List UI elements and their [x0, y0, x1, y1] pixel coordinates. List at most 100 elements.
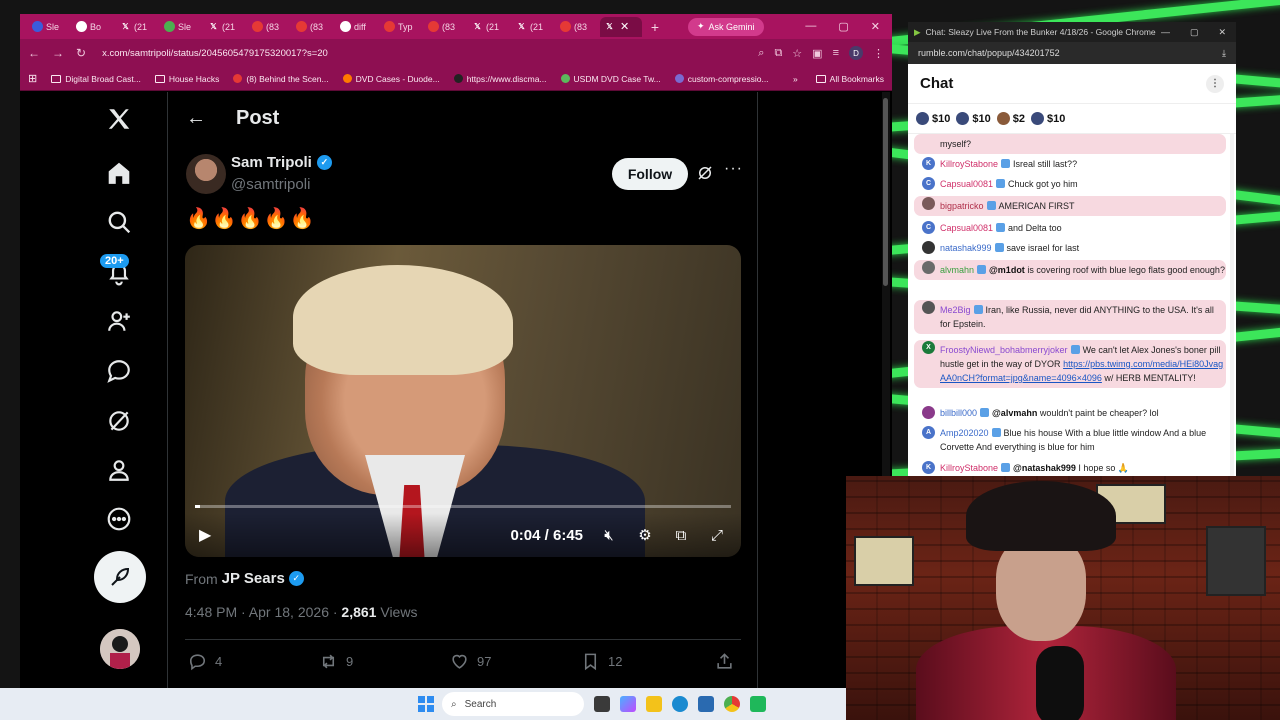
share-button[interactable]	[715, 652, 734, 671]
new-tab-icon[interactable]: +	[644, 19, 666, 35]
bookmark-item[interactable]: https://www.discma...	[453, 74, 547, 84]
settings-gear-icon[interactable]: ⚙	[635, 525, 655, 545]
chat-username[interactable]: KillroyStabone	[940, 463, 998, 473]
chat-scrollbar[interactable]	[1230, 134, 1234, 476]
chat-mention[interactable]: @m1dot	[989, 265, 1025, 275]
chat-user-avatar[interactable]	[922, 197, 935, 210]
compose-post-button[interactable]	[94, 551, 146, 603]
forward-icon[interactable]: →	[52, 46, 64, 60]
bookmark-item[interactable]: (8) Behind the Scen...	[233, 74, 329, 84]
copilot-icon[interactable]	[620, 696, 636, 712]
sidepanel-icon[interactable]: ▣	[812, 47, 822, 60]
chat-user-avatar[interactable]: K	[922, 461, 935, 474]
app-icon[interactable]	[750, 696, 766, 712]
menu-icon[interactable]: ⋮	[873, 47, 884, 60]
apps-icon[interactable]: ⊞	[28, 72, 37, 85]
chat-mention[interactable]: @alvmahn	[992, 408, 1037, 418]
more-options-icon[interactable]: ···	[724, 160, 743, 178]
chat-username[interactable]: Capsual0081	[940, 223, 993, 233]
fullscreen-icon[interactable]: ⤢	[707, 525, 727, 545]
grok-icon[interactable]	[106, 408, 132, 434]
chat-user-avatar[interactable]	[922, 301, 935, 314]
picture-in-picture-icon[interactable]: ⧉	[671, 525, 691, 545]
chat-mention[interactable]: @natashak999	[1013, 463, 1076, 473]
bookmark-item[interactable]: USDM DVD Case Tw...	[560, 74, 661, 84]
edge-icon[interactable]	[672, 696, 688, 712]
chat-username[interactable]: Capsual0081	[940, 179, 993, 189]
chat-user-avatar[interactable]	[922, 241, 935, 254]
chat-username[interactable]: FroostyNiewd_bohabmerryjoker	[940, 345, 1068, 355]
folder-icon[interactable]	[646, 696, 662, 712]
chat-user-avatar[interactable]: A	[922, 426, 935, 439]
play-icon[interactable]: ▶	[199, 525, 211, 545]
author-avatar[interactable]	[186, 154, 226, 194]
chat-address-bar[interactable]: rumble.com/chat/popup/434201752 ⤓	[908, 42, 1236, 64]
browser-tab[interactable]: (83	[424, 17, 466, 37]
chat-username[interactable]: bigpatricko	[940, 201, 984, 211]
all-bookmarks[interactable]: All Bookmarks	[815, 74, 884, 84]
browser-tab[interactable]: Sle	[28, 17, 70, 37]
author-name-group[interactable]: Sam Tripoli ✓	[231, 154, 332, 171]
chat-user-avatar[interactable]: C	[922, 177, 935, 190]
chrome-icon[interactable]	[724, 696, 740, 712]
home-icon[interactable]	[106, 160, 132, 186]
chat-username[interactable]: Me2Big	[940, 305, 971, 315]
post-timestamp[interactable]: 4:48 PM · Apr 18, 2026 ·	[185, 604, 341, 620]
from-name[interactable]: JP Sears	[222, 570, 285, 587]
browser-tab[interactable]: 𝕏 (21	[512, 17, 554, 37]
bookmark-item[interactable]: Digital Broad Cast...	[51, 74, 141, 84]
chat-user-avatar[interactable]	[922, 261, 935, 274]
browser-tab[interactable]: 𝕏 (21	[116, 17, 158, 37]
bookmark-star-icon[interactable]: ☆	[792, 47, 802, 60]
rant-badge[interactable]: $10	[956, 112, 991, 125]
rant-badge[interactable]: $2	[996, 112, 1025, 125]
bookmark-item[interactable]: custom-compressio...	[674, 74, 769, 84]
rant-badge[interactable]: $10	[1030, 112, 1065, 125]
install-icon[interactable]: ⧉	[774, 47, 782, 60]
reply-button[interactable]: 4	[188, 652, 319, 671]
follow-button[interactable]: Follow	[612, 158, 688, 190]
browser-tab[interactable]: 𝕏 (21	[468, 17, 510, 37]
follow-people-icon[interactable]	[106, 308, 132, 334]
maximize-icon[interactable]: ▢	[838, 20, 848, 33]
chat-user-avatar[interactable]: K	[922, 157, 935, 170]
browser-tab[interactable]: (83	[556, 17, 598, 37]
messages-icon[interactable]	[106, 358, 132, 384]
browser-tab[interactable]: Typ	[380, 17, 422, 37]
media-icon[interactable]: ≡	[833, 47, 839, 59]
close-tab-icon[interactable]: ✕	[620, 20, 629, 33]
browser-tab[interactable]: Bo	[72, 17, 114, 37]
download-icon[interactable]: ⤓	[1222, 48, 1226, 59]
chat-username[interactable]: alvmahn	[940, 265, 974, 275]
zoom-icon[interactable]: ⌕	[758, 47, 764, 60]
minimize-icon[interactable]: —	[1161, 27, 1170, 38]
more-circle-icon[interactable]	[106, 506, 132, 532]
browser-tab[interactable]: (83	[248, 17, 290, 37]
profile-icon[interactable]	[106, 457, 132, 483]
mute-icon[interactable]: 🔇︎	[599, 525, 619, 545]
back-icon[interactable]: ←	[28, 46, 40, 60]
account-avatar[interactable]	[100, 629, 140, 669]
browser-tab[interactable]: 𝕏 (21	[204, 17, 246, 37]
chat-username[interactable]: billbill000	[940, 408, 977, 418]
chat-username[interactable]: Amp202020	[940, 428, 989, 438]
browser-tab[interactable]: Sle	[160, 17, 202, 37]
reload-icon[interactable]: ↻	[76, 46, 86, 60]
chat-user-avatar[interactable]: X	[922, 341, 935, 354]
profile-avatar[interactable]: D	[849, 46, 863, 60]
bookmark-button[interactable]: 12	[581, 652, 712, 671]
browser-tab[interactable]: diff	[336, 17, 378, 37]
video-player[interactable]: ▶ 0:04 / 6:45 🔇︎ ⚙ ⧉ ⤢	[185, 245, 741, 557]
more-bookmarks-icon[interactable]: »	[793, 74, 798, 84]
maximize-icon[interactable]: ▢	[1190, 27, 1199, 38]
back-arrow-icon[interactable]: ←	[186, 107, 206, 130]
store-icon[interactable]	[698, 696, 714, 712]
author-handle[interactable]: @samtripoli	[231, 176, 310, 193]
bookmark-item[interactable]: House Hacks	[154, 74, 219, 84]
browser-tab[interactable]: (83	[292, 17, 334, 37]
chat-user-avatar[interactable]	[922, 406, 935, 419]
chat-username[interactable]: KillroyStabone	[940, 159, 998, 169]
explore-icon[interactable]	[106, 209, 132, 235]
like-button[interactable]: 97	[450, 652, 581, 671]
windows-start-icon[interactable]	[418, 696, 434, 712]
